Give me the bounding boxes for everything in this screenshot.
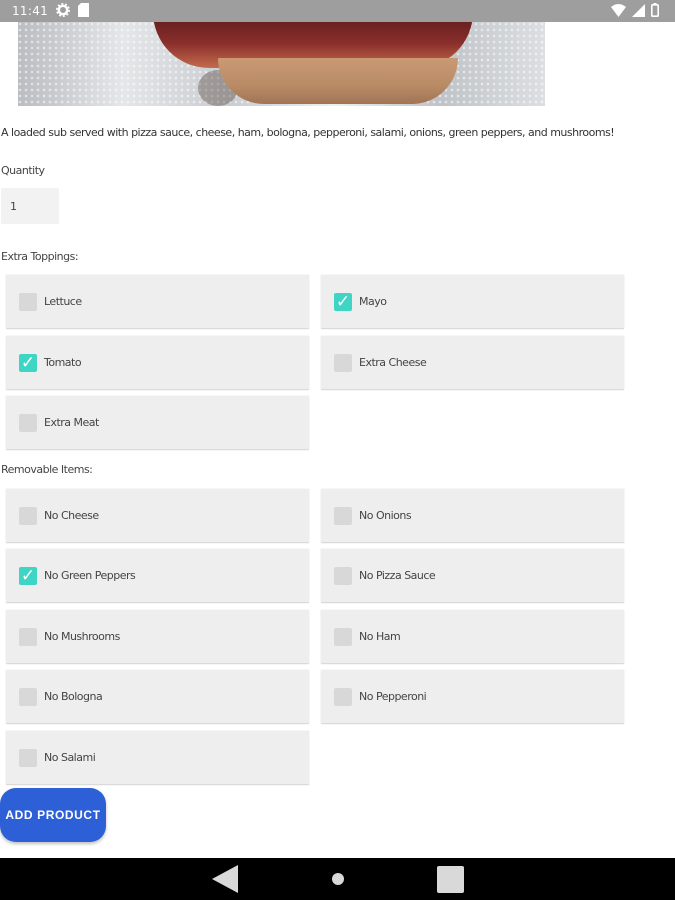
battery-icon: [651, 3, 660, 20]
add-product-button[interactable]: ADD PRODUCT: [0, 788, 106, 842]
option-label: Tomato: [44, 356, 82, 369]
topping-option-extra-meat[interactable]: Extra Meat: [6, 395, 309, 449]
back-icon[interactable]: [212, 865, 238, 893]
home-icon[interactable]: [332, 873, 344, 885]
checkbox-checked[interactable]: ✓: [334, 291, 352, 311]
checkbox[interactable]: [19, 413, 37, 432]
checkbox-checked[interactable]: ✓: [19, 565, 37, 585]
checkbox-checked[interactable]: ✓: [19, 352, 37, 372]
navigation-bar: [0, 858, 675, 900]
option-label: Lettuce: [44, 295, 82, 308]
quantity-label: Quantity: [1, 164, 45, 177]
checkbox[interactable]: [19, 748, 37, 767]
checkbox[interactable]: [334, 627, 352, 646]
checkbox[interactable]: [19, 627, 37, 646]
product-description: A loaded sub served with pizza sauce, ch…: [1, 126, 615, 139]
status-bar: 11:41: [0, 0, 675, 22]
option-label: Mayo: [359, 295, 387, 308]
option-label: Extra Cheese: [359, 356, 427, 369]
option-label: No Salami: [44, 751, 96, 764]
option-label: No Bologna: [44, 690, 103, 703]
option-label: No Onions: [359, 509, 412, 522]
checkbox[interactable]: [334, 353, 352, 372]
checkbox[interactable]: [334, 566, 352, 585]
check-icon: ✓: [20, 565, 36, 585]
topping-option-extra-cheese[interactable]: Extra Cheese: [321, 335, 624, 389]
topping-option-tomato[interactable]: ✓ Tomato: [6, 335, 309, 389]
check-icon: ✓: [20, 352, 36, 372]
removable-option-no-green-peppers[interactable]: ✓ No Green Peppers: [6, 548, 309, 602]
checkbox[interactable]: [334, 506, 352, 525]
removable-option-no-ham[interactable]: No Ham: [321, 609, 624, 663]
checkbox[interactable]: [334, 687, 352, 706]
removable-items-label: Removable Items:: [1, 463, 93, 476]
removable-option-no-pizza-sauce[interactable]: No Pizza Sauce: [321, 548, 624, 602]
option-label: No Pepperoni: [359, 690, 427, 703]
removable-option-no-cheese[interactable]: No Cheese: [6, 488, 309, 542]
checkbox[interactable]: [19, 687, 37, 706]
removable-option-no-onions[interactable]: No Onions: [321, 488, 624, 542]
settings-icon: [56, 3, 70, 20]
option-label: Extra Meat: [44, 416, 99, 429]
check-icon: ✓: [335, 291, 351, 311]
checkbox[interactable]: [19, 292, 37, 311]
product-image: [18, 22, 545, 106]
extra-toppings-label: Extra Toppings:: [1, 250, 79, 263]
removable-option-no-mushrooms[interactable]: No Mushrooms: [6, 609, 309, 663]
signal-icon: [632, 3, 645, 20]
recents-icon[interactable]: [437, 866, 464, 893]
wifi-icon: [611, 3, 626, 20]
checkbox[interactable]: [19, 506, 37, 525]
topping-option-lettuce[interactable]: Lettuce: [6, 274, 309, 328]
removable-option-no-salami[interactable]: No Salami: [6, 730, 309, 784]
removable-option-no-pepperoni[interactable]: No Pepperoni: [321, 669, 624, 723]
quantity-input[interactable]: [1, 188, 59, 224]
option-label: No Green Peppers: [44, 569, 136, 582]
topping-option-mayo[interactable]: ✓ Mayo: [321, 274, 624, 328]
removable-option-no-bologna[interactable]: No Bologna: [6, 669, 309, 723]
option-label: No Cheese: [44, 509, 99, 522]
sd-card-icon: [78, 3, 89, 20]
status-time: 11:41: [12, 4, 49, 18]
option-label: No Mushrooms: [44, 630, 120, 643]
option-label: No Pizza Sauce: [359, 569, 436, 582]
option-label: No Ham: [359, 630, 401, 643]
